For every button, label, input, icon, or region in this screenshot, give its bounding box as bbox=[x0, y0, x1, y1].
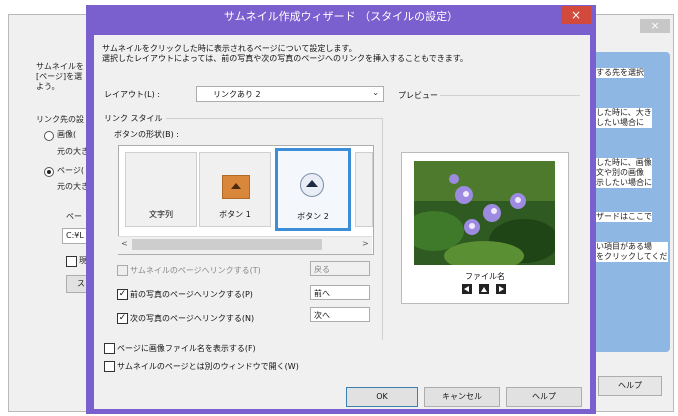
prev-arrow-icon bbox=[462, 284, 472, 294]
background-page-label: ペー bbox=[66, 212, 82, 221]
shape-option-button1[interactable]: ボタン 1 bbox=[199, 152, 271, 227]
cancel-button[interactable]: キャンセル bbox=[424, 387, 500, 407]
background-close-button[interactable]: × bbox=[640, 19, 670, 33]
background-radio-image[interactable] bbox=[44, 131, 54, 141]
dialog-description: サムネイルをクリックした時に表示されるページについて設定します。 選択したレイア… bbox=[102, 44, 468, 63]
shape-option-caption: ボタン 1 bbox=[219, 210, 251, 219]
background-intro-text: サムネイルを [ページ]を選 よう。 bbox=[36, 62, 84, 91]
background-info-text-1: する先を選択 bbox=[596, 68, 644, 78]
help-button[interactable]: ヘルプ bbox=[506, 387, 582, 407]
link-style-group-line bbox=[166, 118, 382, 119]
layout-select-value: リンクあり 2 bbox=[213, 90, 261, 99]
scrollbar-thumb[interactable] bbox=[132, 239, 322, 250]
background-link-target-label: リンク先の設 bbox=[36, 115, 84, 124]
show-filename-checkbox[interactable] bbox=[104, 343, 115, 354]
link-to-thumbnail-checkbox[interactable] bbox=[117, 265, 128, 276]
preview-file-caption: ファイル名 bbox=[465, 272, 505, 281]
shape-option-caption: 文字列 bbox=[149, 210, 173, 219]
background-info-text-5: い項目がある場 をクリックしてくだ bbox=[596, 242, 668, 262]
link-prev-text[interactable]: 前へ bbox=[310, 285, 370, 300]
layout-select[interactable]: リンクあり 2 ⌄ bbox=[196, 86, 384, 102]
background-info-text-2: した時に、大き したい場合に bbox=[596, 108, 652, 128]
close-icon: × bbox=[650, 19, 660, 32]
background-radio-page-sub: 元の大き bbox=[57, 182, 89, 191]
layout-label: レイアウト(L) : bbox=[104, 90, 160, 99]
background-help-button[interactable]: ヘルプ bbox=[598, 376, 662, 396]
shape-option-text[interactable]: 文字列 bbox=[125, 152, 197, 227]
background-info-text-4: ザードはここで bbox=[596, 212, 652, 222]
preview-nav bbox=[462, 284, 508, 295]
link-next-checkbox[interactable]: ✓ bbox=[117, 313, 128, 324]
shape-option-partial[interactable] bbox=[355, 152, 373, 227]
background-info-panel bbox=[586, 52, 670, 352]
link-to-thumbnail-text[interactable]: 戻る bbox=[310, 261, 370, 276]
orange-button-icon bbox=[222, 175, 250, 199]
shape-option-caption: ボタン 2 bbox=[297, 212, 329, 221]
open-new-window-checkbox[interactable] bbox=[104, 361, 115, 372]
link-style-group-right-border bbox=[382, 118, 383, 340]
background-radio-image-label: 画像( bbox=[57, 130, 77, 139]
show-filename-label: ページに画像ファイル名を表示する(F) bbox=[117, 344, 256, 353]
preview-group-label: プレビュー bbox=[398, 91, 438, 100]
background-checkbox[interactable] bbox=[66, 256, 77, 267]
shape-option-button2[interactable]: ボタン 2 bbox=[275, 148, 351, 231]
link-next-text[interactable]: 次へ bbox=[310, 307, 370, 322]
chevron-down-icon: ⌄ bbox=[372, 88, 379, 97]
link-to-thumbnail-label: サムネイルのページへリンクする(T) bbox=[130, 266, 261, 275]
up-arrow-icon bbox=[479, 284, 489, 294]
scroll-right-arrow-icon[interactable]: > bbox=[362, 239, 369, 248]
background-info-text-3: した時に、画像 文や別の画像 示したい場合に bbox=[596, 158, 652, 188]
scroll-left-arrow-icon[interactable]: < bbox=[121, 239, 128, 248]
background-radio-page[interactable] bbox=[44, 167, 54, 177]
background-radio-page-label: ページ( bbox=[57, 166, 84, 175]
link-style-group-label: リンク スタイル bbox=[104, 114, 163, 123]
link-prev-checkbox[interactable]: ✓ bbox=[117, 289, 128, 300]
background-radio-image-sub: 元の大き bbox=[57, 147, 89, 156]
dialog-close-button[interactable]: × bbox=[561, 6, 591, 24]
preview-panel: ファイル名 bbox=[401, 152, 569, 304]
link-prev-label: 前の写真のページへリンクする(P) bbox=[130, 290, 253, 299]
button-shape-label: ボタンの形状(B) : bbox=[114, 130, 179, 139]
round-up-button-icon bbox=[300, 173, 324, 197]
preview-photo bbox=[414, 161, 555, 265]
ok-button[interactable]: OK bbox=[346, 387, 418, 407]
close-icon: × bbox=[570, 8, 582, 22]
link-next-label: 次の写真のページへリンクする(N) bbox=[130, 314, 255, 323]
next-arrow-icon bbox=[496, 284, 506, 294]
open-new-window-label: サムネイルのページとは別のウィンドウで開く(W) bbox=[117, 362, 299, 371]
dialog-title: サムネイル作成ウィザード （スタイルの設定） bbox=[223, 10, 459, 23]
preview-group-line bbox=[440, 95, 580, 96]
